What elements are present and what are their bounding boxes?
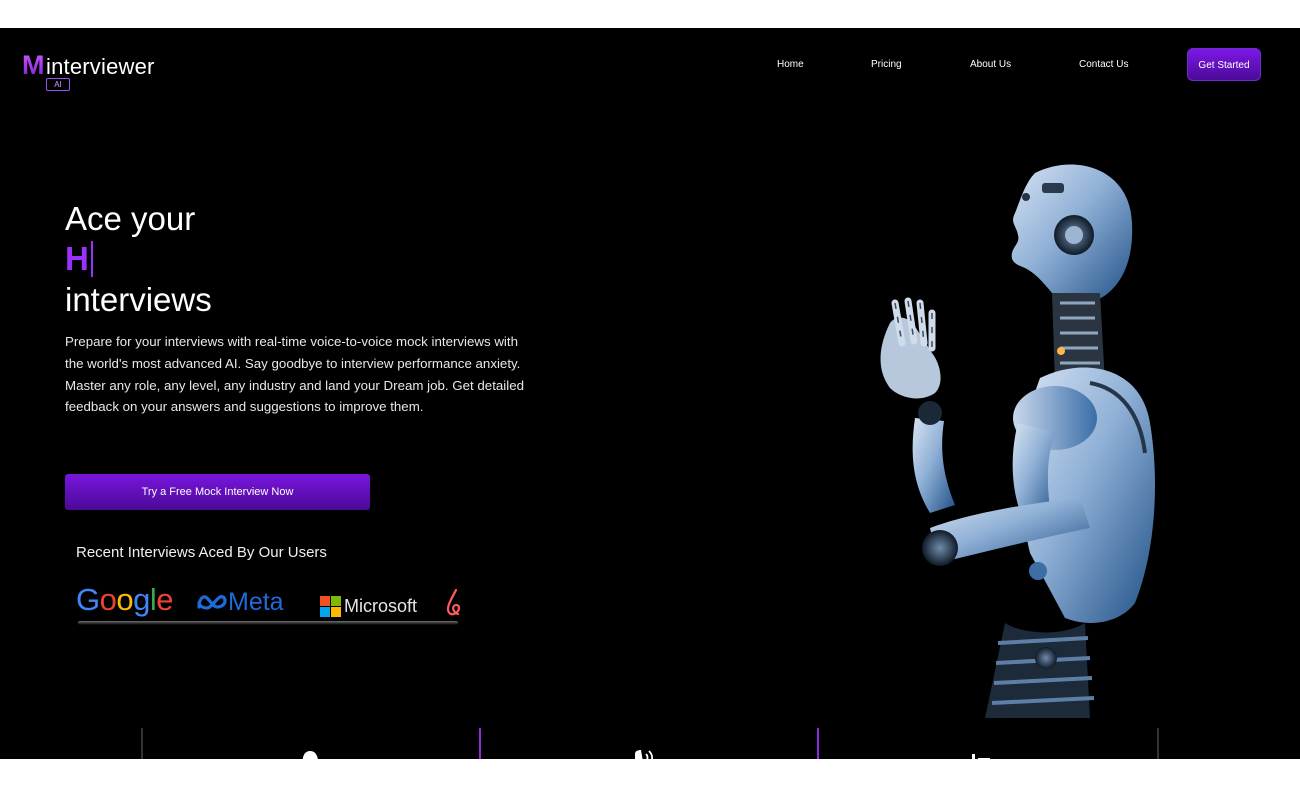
microsoft-logo: Microsoft bbox=[320, 590, 417, 622]
hero-typed-word: H bbox=[65, 241, 93, 277]
microsoft-windows-icon bbox=[320, 595, 341, 617]
google-logo: Google bbox=[76, 582, 174, 617]
brain-icon bbox=[302, 751, 318, 759]
nav-home[interactable]: Home bbox=[777, 59, 804, 71]
airbnb-logo-partial bbox=[444, 586, 460, 622]
meta-infinity-icon bbox=[197, 595, 227, 610]
get-started-button[interactable]: Get Started bbox=[1187, 48, 1261, 81]
humanoid-robot-image bbox=[880, 164, 1155, 718]
nav-pricing[interactable]: Pricing bbox=[871, 59, 902, 71]
card-divider bbox=[479, 728, 481, 759]
try-free-mock-interview-button[interactable]: Try a Free Mock Interview Now bbox=[65, 474, 370, 510]
hero-heading-line1: Ace your bbox=[65, 200, 196, 237]
recent-interviews-title: Recent Interviews Aced By Our Users bbox=[76, 544, 327, 561]
airbnb-icon bbox=[446, 588, 460, 616]
card-divider bbox=[817, 728, 819, 759]
logo-ai-badge: AI bbox=[46, 78, 70, 91]
list-icon bbox=[972, 754, 990, 759]
hero-typed-text: H bbox=[65, 240, 89, 277]
typing-caret bbox=[90, 241, 93, 277]
nav-contact-us[interactable]: Contact Us bbox=[1079, 59, 1128, 71]
card-divider bbox=[141, 728, 143, 759]
hero-description: Prepare for your interviews with real-ti… bbox=[65, 334, 524, 415]
company-logo-carousel: Google Meta Microsoft bbox=[76, 580, 460, 622]
logo-wordmark: interviewer bbox=[46, 54, 155, 79]
voice-icon bbox=[635, 750, 654, 759]
meta-logo: Meta bbox=[196, 586, 284, 618]
logo[interactable]: M interviewer AI bbox=[22, 51, 162, 93]
hero-heading-line3: interviews bbox=[65, 281, 212, 318]
nav-about-us[interactable]: About Us bbox=[970, 59, 1011, 71]
page: M interviewer AI Home Pricing About Us C… bbox=[0, 28, 1300, 759]
card-divider bbox=[1157, 728, 1159, 759]
carousel-reflection bbox=[78, 621, 458, 625]
logo-letter: M bbox=[22, 50, 45, 80]
